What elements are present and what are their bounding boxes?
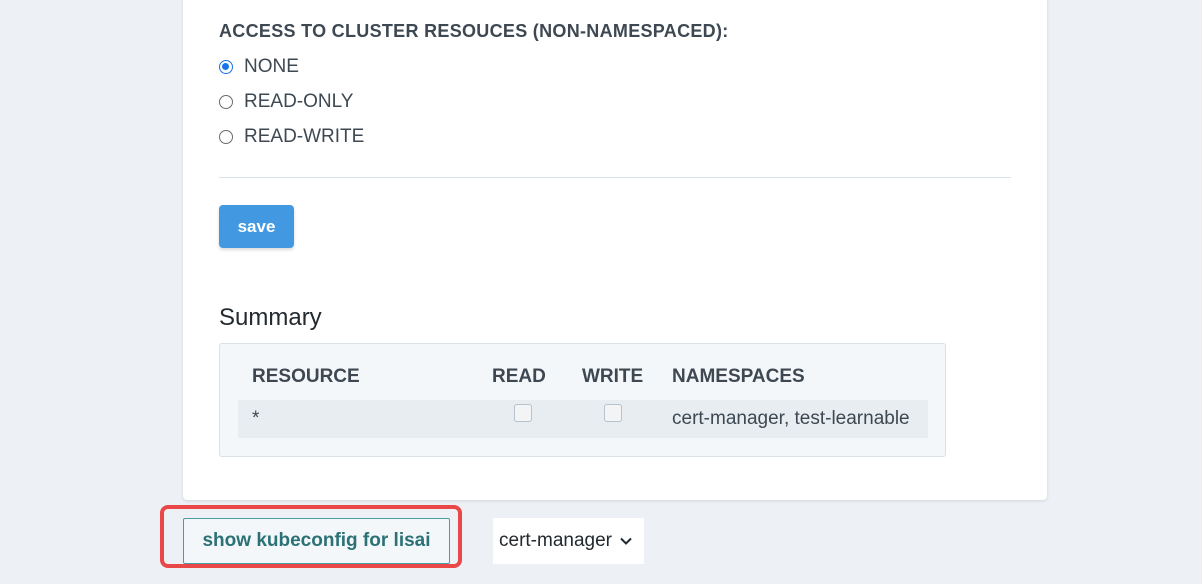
radio-option-read-only[interactable]: READ-ONLY xyxy=(219,91,353,113)
section-divider xyxy=(219,177,1011,178)
radio-button-read-only[interactable] xyxy=(219,95,233,109)
chevron-down-icon xyxy=(620,537,632,545)
row-resource-cell: * xyxy=(252,408,260,429)
column-header-read: READ xyxy=(492,366,546,387)
radio-option-read-write[interactable]: READ-WRITE xyxy=(219,126,364,148)
show-kubeconfig-button[interactable]: show kubeconfig for lisai xyxy=(183,518,450,564)
summary-title: Summary xyxy=(219,304,322,331)
radio-label-none: NONE xyxy=(244,56,299,77)
radio-option-none[interactable]: NONE xyxy=(219,56,299,78)
radio-button-read-write[interactable] xyxy=(219,130,233,144)
read-checkbox[interactable] xyxy=(514,404,532,422)
radio-button-none[interactable] xyxy=(219,60,233,74)
namespace-select-value: cert-manager xyxy=(499,530,612,551)
namespace-select[interactable]: cert-manager xyxy=(493,518,644,564)
radio-label-read-write: READ-WRITE xyxy=(244,126,365,147)
cluster-access-heading: ACCESS TO CLUSTER RESOUCES (NON-NAMESPAC… xyxy=(219,21,729,41)
column-header-resource: RESOURCE xyxy=(252,366,360,387)
column-header-write: WRITE xyxy=(582,366,644,387)
save-button[interactable]: save xyxy=(219,205,294,248)
radio-label-read-only: READ-ONLY xyxy=(244,91,354,112)
column-header-namespaces: NAMESPACES xyxy=(672,366,805,387)
row-namespaces-cell: cert-manager, test-learnable xyxy=(672,408,910,429)
write-checkbox[interactable] xyxy=(604,404,622,422)
